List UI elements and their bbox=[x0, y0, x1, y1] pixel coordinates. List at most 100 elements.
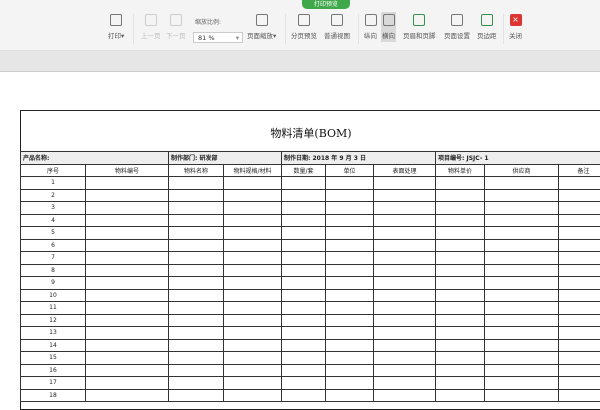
table-cell[interactable] bbox=[86, 277, 169, 290]
table-cell[interactable] bbox=[282, 177, 326, 190]
table-cell[interactable] bbox=[86, 202, 169, 215]
table-cell[interactable] bbox=[282, 327, 326, 340]
table-cell[interactable] bbox=[485, 302, 559, 315]
table-cell[interactable] bbox=[559, 264, 600, 277]
table-cell[interactable] bbox=[374, 252, 436, 265]
table-cell[interactable] bbox=[374, 189, 436, 202]
table-cell[interactable] bbox=[282, 314, 326, 327]
table-cell[interactable] bbox=[326, 289, 374, 302]
header-footer-button[interactable]: 页眉和页脚 bbox=[403, 14, 436, 40]
table-cell[interactable] bbox=[436, 289, 485, 302]
table-cell[interactable] bbox=[326, 227, 374, 240]
table-cell[interactable] bbox=[169, 302, 224, 315]
table-cell[interactable] bbox=[282, 252, 326, 265]
table-cell[interactable] bbox=[282, 227, 326, 240]
table-cell[interactable] bbox=[224, 339, 282, 352]
table-cell[interactable] bbox=[282, 264, 326, 277]
table-cell[interactable] bbox=[282, 189, 326, 202]
table-cell[interactable] bbox=[282, 339, 326, 352]
table-cell[interactable] bbox=[169, 189, 224, 202]
table-cell[interactable] bbox=[485, 289, 559, 302]
table-cell[interactable] bbox=[224, 252, 282, 265]
table-cell[interactable] bbox=[374, 302, 436, 315]
table-cell[interactable] bbox=[326, 377, 374, 390]
table-cell[interactable] bbox=[485, 339, 559, 352]
table-cell[interactable] bbox=[374, 289, 436, 302]
print-button[interactable]: 打印▾ bbox=[108, 14, 124, 40]
table-cell[interactable] bbox=[86, 264, 169, 277]
table-cell[interactable] bbox=[485, 264, 559, 277]
table-cell[interactable] bbox=[559, 352, 600, 365]
table-cell[interactable] bbox=[485, 239, 559, 252]
table-cell[interactable] bbox=[169, 252, 224, 265]
table-cell[interactable] bbox=[326, 327, 374, 340]
table-cell[interactable] bbox=[559, 327, 600, 340]
table-cell[interactable] bbox=[436, 364, 485, 377]
table-cell[interactable] bbox=[559, 177, 600, 190]
page-break-preview-button[interactable]: 分页预览 bbox=[291, 14, 317, 40]
table-cell[interactable] bbox=[326, 339, 374, 352]
table-cell[interactable] bbox=[559, 277, 600, 290]
table-cell[interactable] bbox=[485, 177, 559, 190]
table-cell[interactable] bbox=[86, 302, 169, 315]
table-cell[interactable] bbox=[436, 327, 485, 340]
table-cell[interactable] bbox=[559, 239, 600, 252]
table-cell[interactable] bbox=[86, 339, 169, 352]
table-cell[interactable] bbox=[282, 289, 326, 302]
table-cell[interactable] bbox=[169, 277, 224, 290]
table-cell[interactable] bbox=[485, 202, 559, 215]
table-cell[interactable] bbox=[169, 202, 224, 215]
table-cell[interactable] bbox=[282, 377, 326, 390]
table-cell[interactable] bbox=[169, 239, 224, 252]
table-cell[interactable] bbox=[224, 327, 282, 340]
table-cell[interactable] bbox=[485, 277, 559, 290]
table-cell[interactable] bbox=[374, 364, 436, 377]
table-cell[interactable] bbox=[326, 177, 374, 190]
table-cell[interactable] bbox=[436, 377, 485, 390]
table-cell[interactable] bbox=[374, 277, 436, 290]
table-cell[interactable] bbox=[559, 302, 600, 315]
table-cell[interactable] bbox=[224, 227, 282, 240]
table-cell[interactable] bbox=[86, 314, 169, 327]
table-cell[interactable] bbox=[436, 214, 485, 227]
next-page-button[interactable]: 下一页 bbox=[166, 14, 186, 40]
table-cell[interactable] bbox=[436, 239, 485, 252]
table-cell[interactable] bbox=[374, 264, 436, 277]
table-cell[interactable] bbox=[282, 202, 326, 215]
table-cell[interactable] bbox=[436, 339, 485, 352]
table-cell[interactable] bbox=[86, 227, 169, 240]
table-cell[interactable] bbox=[326, 252, 374, 265]
table-cell[interactable] bbox=[559, 214, 600, 227]
table-cell[interactable] bbox=[485, 327, 559, 340]
zoom-select[interactable]: 81 %▾ bbox=[193, 32, 243, 43]
table-cell[interactable] bbox=[326, 264, 374, 277]
table-cell[interactable] bbox=[282, 239, 326, 252]
table-cell[interactable] bbox=[169, 364, 224, 377]
table-cell[interactable] bbox=[224, 314, 282, 327]
table-cell[interactable] bbox=[374, 314, 436, 327]
table-cell[interactable] bbox=[436, 352, 485, 365]
table-cell[interactable] bbox=[224, 177, 282, 190]
table-cell[interactable] bbox=[326, 352, 374, 365]
table-cell[interactable] bbox=[86, 377, 169, 390]
table-cell[interactable] bbox=[86, 252, 169, 265]
table-cell[interactable] bbox=[169, 327, 224, 340]
table-cell[interactable] bbox=[559, 377, 600, 390]
table-cell[interactable] bbox=[282, 277, 326, 290]
table-cell[interactable] bbox=[169, 339, 224, 352]
table-cell[interactable] bbox=[559, 339, 600, 352]
table-cell[interactable] bbox=[485, 227, 559, 240]
table-cell[interactable] bbox=[374, 227, 436, 240]
table-cell[interactable] bbox=[436, 189, 485, 202]
table-cell[interactable] bbox=[436, 177, 485, 190]
table-cell[interactable] bbox=[326, 214, 374, 227]
table-cell[interactable] bbox=[436, 314, 485, 327]
table-cell[interactable] bbox=[169, 264, 224, 277]
table-cell[interactable] bbox=[169, 289, 224, 302]
table-cell[interactable] bbox=[224, 214, 282, 227]
table-cell[interactable] bbox=[169, 227, 224, 240]
table-cell[interactable] bbox=[485, 189, 559, 202]
table-cell[interactable] bbox=[485, 377, 559, 390]
table-cell[interactable] bbox=[282, 364, 326, 377]
table-cell[interactable] bbox=[224, 239, 282, 252]
